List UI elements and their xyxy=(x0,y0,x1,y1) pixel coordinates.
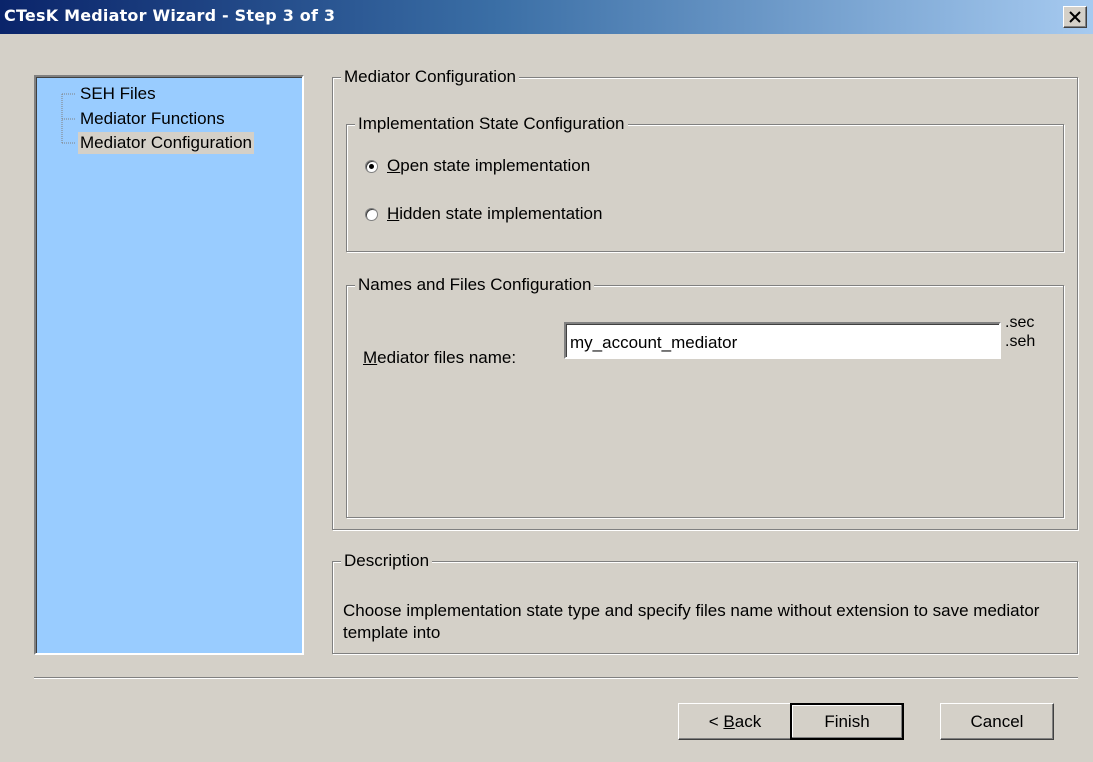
description-text: Choose implementation state type and spe… xyxy=(343,601,1040,642)
hidden-state-radio[interactable] xyxy=(365,207,378,221)
tree-item-mediator-configuration[interactable]: Mediator Configuration xyxy=(78,132,254,154)
hidden-state-label: Hidden state implementation xyxy=(387,204,603,223)
window-title: CTesK Mediator Wizard - Step 3 of 3 xyxy=(4,6,336,25)
implementation-state-legend: Implementation State Configuration xyxy=(355,113,628,135)
tree-item-mediator-functions[interactable]: Mediator Functions xyxy=(78,108,227,130)
names-files-legend: Names and Files Configuration xyxy=(355,274,595,296)
hidden-state-radio-option[interactable]: Hidden state implementation xyxy=(365,203,602,225)
back-button[interactable]: < Back xyxy=(678,703,792,740)
cancel-button[interactable]: Cancel xyxy=(940,703,1054,740)
open-state-radio-option[interactable]: Open state implementation xyxy=(365,155,590,177)
mediator-configuration-legend: Mediator Configuration xyxy=(341,66,519,88)
mediator-files-name-input[interactable] xyxy=(564,322,1001,359)
mediator-files-name-label: Mediator files name: xyxy=(363,348,517,367)
implementation-state-group: Implementation State Configuration Open … xyxy=(346,113,1064,252)
open-state-label: Open state implementation xyxy=(387,156,591,175)
description-legend: Description xyxy=(341,550,433,572)
seh-extension-label: .seh xyxy=(1005,333,1036,350)
open-state-radio[interactable] xyxy=(365,159,378,173)
tree-item-seh-files[interactable]: SEH Files xyxy=(78,83,158,105)
sec-extension-label: .sec xyxy=(1005,314,1035,331)
mediator-configuration-group: Mediator Configuration Implementation St… xyxy=(332,66,1078,530)
close-icon xyxy=(1069,11,1081,23)
description-group: Description Choose implementation state … xyxy=(332,550,1078,654)
names-files-group: Names and Files Configuration Mediator f… xyxy=(346,274,1064,518)
wizard-steps-tree: SEH Files Mediator Functions Mediator Co… xyxy=(34,75,304,655)
finish-button[interactable]: Finish xyxy=(790,703,904,740)
close-button[interactable] xyxy=(1063,6,1087,28)
title-bar: CTesK Mediator Wizard - Step 3 of 3 xyxy=(0,0,1093,34)
footer-separator xyxy=(34,677,1078,679)
